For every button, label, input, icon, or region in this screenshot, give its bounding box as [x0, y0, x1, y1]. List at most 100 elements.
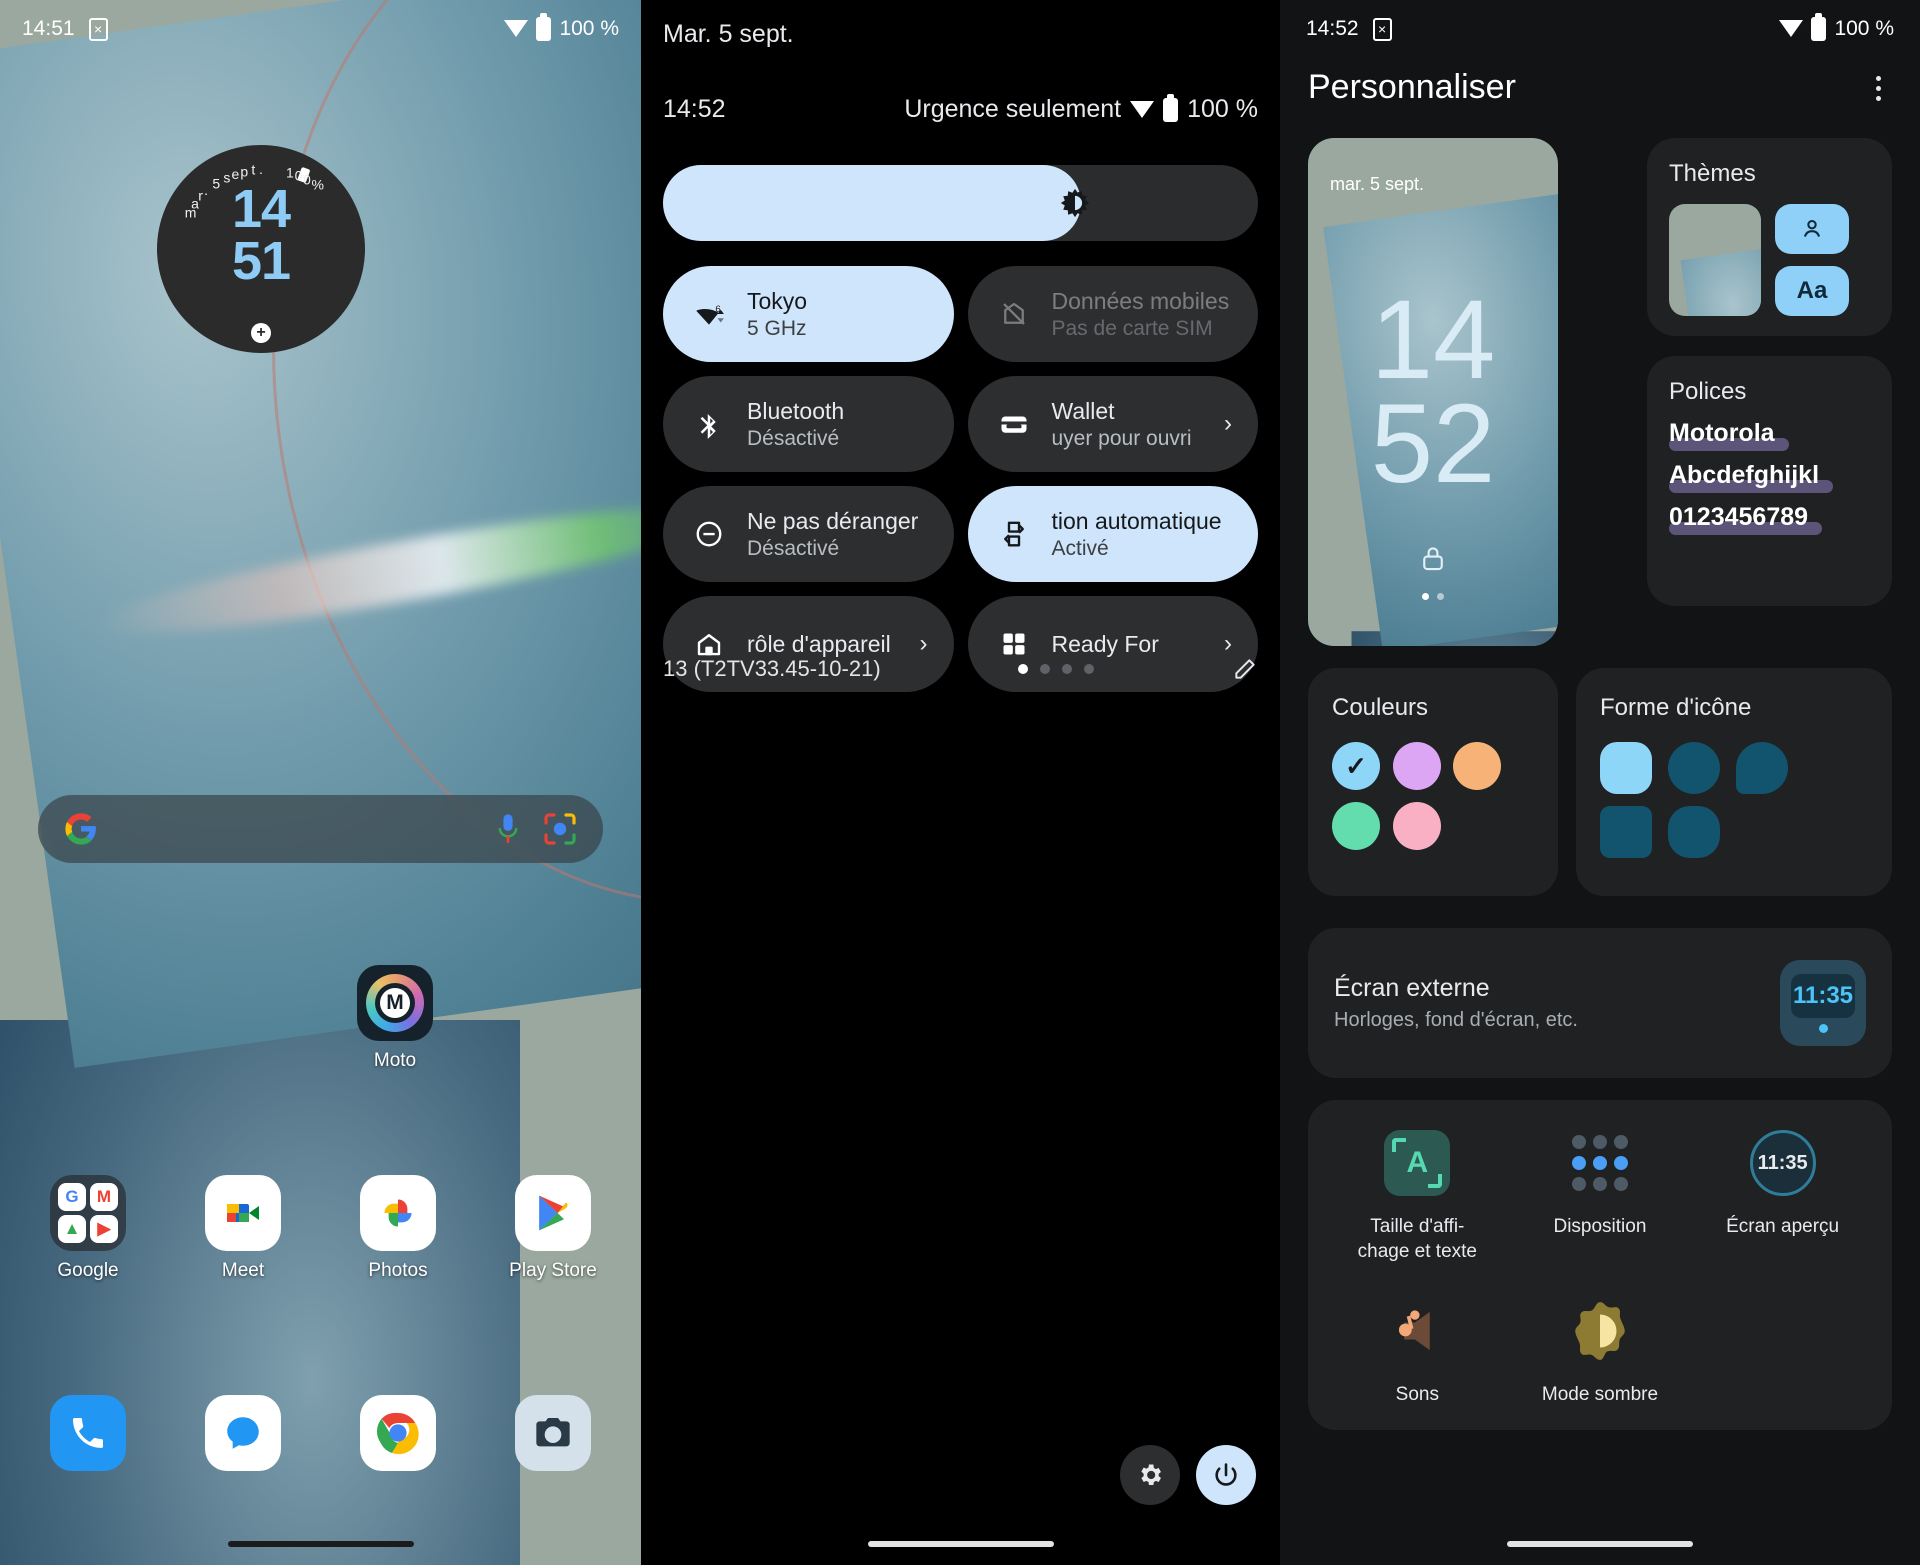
icon-shape-rounded-rect[interactable]: [1668, 806, 1720, 858]
grid-item-peek-display[interactable]: 11:35 Écran aperçu: [1691, 1126, 1874, 1264]
dock-camera-icon[interactable]: [515, 1395, 591, 1471]
moto-app-icon: [357, 965, 433, 1041]
ecran-externe-card[interactable]: Écran externe Horloges, fond d'écran, et…: [1308, 928, 1892, 1078]
grid-item-label: Disposition: [1553, 1216, 1647, 1237]
card-title: Thèmes: [1669, 160, 1756, 187]
app-icon-meet[interactable]: Meet: [193, 1175, 293, 1282]
formes-card[interactable]: Forme d'icône: [1576, 668, 1892, 896]
sounds-icon: [1380, 1294, 1454, 1368]
card-title: Polices: [1669, 378, 1747, 405]
qs-footer: 13 (T2TV33.45-10-21): [663, 656, 1258, 682]
add-icon[interactable]: +: [251, 323, 271, 343]
app-icon-play-store[interactable]: Play Store: [503, 1175, 603, 1282]
grid-item-display-size[interactable]: A Taille d'affi-chage et texte: [1326, 1126, 1509, 1264]
app-icon-google-folder[interactable]: GM ▲ ▶ Google: [38, 1175, 138, 1282]
card-title: Couleurs: [1332, 694, 1429, 721]
qs-tile-wifi[interactable]: 6 Tokyo 5 GHz: [663, 266, 954, 362]
clock-widget[interactable]: m a r . 5 s e p t . 1 0 0 % 14 51 +: [157, 145, 365, 353]
color-swatch[interactable]: [1332, 802, 1380, 850]
grid-item-label: Taille d'affi-chage et texte: [1357, 1216, 1477, 1262]
google-folder-icon: GM ▲ ▶: [50, 1175, 126, 1251]
wifi-icon: [1130, 100, 1155, 119]
qs-tile-wallet[interactable]: Wallet uyer pour ouvri ›: [967, 376, 1258, 472]
chevron-right-icon[interactable]: ›: [1224, 630, 1232, 658]
brightness-slider[interactable]: [663, 165, 1258, 241]
microphone-icon[interactable]: [497, 813, 519, 845]
qs-time: 14:52: [663, 95, 726, 123]
layout-grid-icon: [1563, 1126, 1637, 1200]
display-size-icon: A: [1380, 1126, 1454, 1200]
wallet-icon: [996, 409, 1032, 439]
page-indicator[interactable]: [1018, 664, 1095, 674]
wifi-icon: [1779, 20, 1804, 38]
qs-nav-bar[interactable]: [867, 1541, 1054, 1547]
icon-shape-squircle[interactable]: [1600, 742, 1652, 794]
qs-tile-auto-rotate[interactable]: tion automatique Activé: [967, 486, 1258, 582]
grid-item-sons[interactable]: Sons: [1326, 1294, 1509, 1407]
gear-icon[interactable]: [1120, 1445, 1180, 1505]
qs-tile-do-not-disturb[interactable]: Ne pas déranger Désactivé: [663, 486, 954, 582]
grid-item-disposition[interactable]: Disposition: [1509, 1126, 1692, 1264]
person-icon[interactable]: [1775, 204, 1849, 254]
icon-shape-teardrop[interactable]: [1736, 742, 1788, 794]
dock-messages-icon[interactable]: [205, 1395, 281, 1471]
app-icon-photos[interactable]: Photos: [348, 1175, 448, 1282]
do-not-disturb-icon: [691, 519, 727, 549]
preview-page-indicator[interactable]: [1422, 593, 1444, 600]
grid-item-dark-mode[interactable]: Mode sombre: [1509, 1294, 1692, 1407]
tile-subtitle: Pas de carte SIM: [1051, 316, 1213, 340]
status-battery-level: 100 %: [1834, 17, 1894, 40]
battery-icon: [1811, 13, 1827, 41]
font-aa-button[interactable]: Aa: [1775, 266, 1849, 316]
card-subtitle: Horloges, fond d'écran, etc.: [1334, 1009, 1578, 1031]
theme-wallpaper-thumb[interactable]: [1669, 204, 1761, 316]
wifi-icon: [504, 20, 529, 38]
polices-card[interactable]: Polices Motorola Abcdefghijkl 0123456789: [1647, 356, 1892, 606]
chevron-right-icon[interactable]: ›: [1224, 410, 1232, 438]
google-lens-icon[interactable]: [543, 812, 577, 846]
qs-tile-bluetooth[interactable]: Bluetooth Désactivé: [663, 376, 954, 472]
google-search-bar[interactable]: [38, 795, 603, 863]
grid-item-label: Sons: [1395, 1384, 1439, 1405]
tile-title: rôle d'appareil: [747, 630, 891, 657]
peek-display-clock: 11:35: [1749, 1130, 1816, 1196]
app-label: Play Store: [509, 1260, 597, 1281]
couleurs-card[interactable]: Couleurs ✓: [1308, 668, 1558, 896]
color-swatch[interactable]: ✓: [1332, 742, 1380, 790]
preview-date: mar. 5 sept.: [1330, 174, 1425, 194]
color-swatch[interactable]: [1392, 742, 1441, 790]
pencil-icon[interactable]: [1232, 656, 1258, 682]
home-screen-panel: 14:51 100 % m a r . 5 s e p t .: [0, 0, 641, 1565]
tile-subtitle: Désactivé: [747, 536, 840, 560]
color-swatch[interactable]: [1453, 742, 1502, 790]
auto-rotate-icon: [996, 519, 1032, 549]
status-time: 14:51: [22, 17, 75, 40]
chevron-right-icon[interactable]: ›: [920, 630, 928, 658]
color-swatch[interactable]: [1392, 802, 1441, 850]
app-icon-moto[interactable]: Moto: [345, 965, 445, 1072]
personnaliser-panel: 14:52 100 % Personnaliser mar. 5 sept. 1…: [1280, 0, 1920, 1565]
home-nav-bar[interactable]: [227, 1541, 414, 1547]
battery-icon: [1163, 93, 1179, 122]
app-label: Google: [57, 1260, 119, 1281]
clock-widget-minute: 51: [231, 231, 291, 291]
qs-tile-mobile-data[interactable]: Données mobiles Pas de carte SIM: [967, 266, 1258, 362]
qs-tiles-grid: 6 Tokyo 5 GHz Données mobiles Pas de car…: [663, 266, 1258, 692]
app-label: Photos: [368, 1260, 428, 1281]
dock-phone-icon[interactable]: [50, 1395, 126, 1471]
lockscreen-preview-card[interactable]: mar. 5 sept. 14 52: [1308, 138, 1558, 646]
pers-nav-bar[interactable]: [1507, 1541, 1693, 1547]
settings-grid-card: A Taille d'affi-chage et texte Dispositi…: [1308, 1100, 1892, 1430]
app-label: Moto: [373, 1050, 417, 1071]
kebab-menu-icon[interactable]: [1864, 70, 1892, 106]
themes-card[interactable]: Thèmes Aa: [1647, 138, 1892, 336]
status-battery-level: 100 %: [559, 17, 619, 40]
tile-title: Ne pas déranger: [747, 507, 919, 534]
power-icon[interactable]: [1196, 1445, 1256, 1505]
qs-status-row: 14:52 Urgence seulement 100 %: [663, 93, 1258, 124]
icon-shape-circle[interactable]: [1668, 742, 1720, 794]
dock-chrome-icon[interactable]: [360, 1395, 436, 1471]
bluetooth-icon: [691, 409, 727, 439]
icon-shape-rounded-square[interactable]: [1600, 806, 1652, 858]
right-column: Thèmes Aa Polices Motorola Abcdefghijkl …: [1647, 138, 1892, 606]
